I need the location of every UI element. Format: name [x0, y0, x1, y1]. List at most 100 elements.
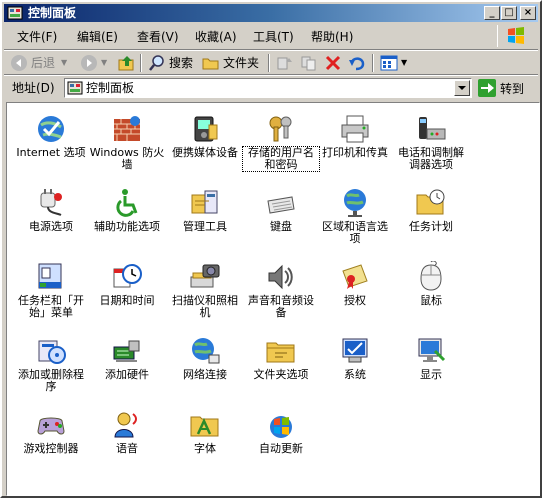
windows-logo-icon [497, 25, 534, 47]
toolbar-divider [140, 54, 142, 72]
menu-tools[interactable]: 工具(T) [248, 29, 299, 45]
item-label: 语音 [116, 442, 138, 455]
search-label: 搜索 [169, 56, 194, 70]
control-panel-item[interactable]: Internet 选项 [13, 113, 89, 159]
menu-view[interactable]: 查看(V) [132, 29, 184, 45]
scanner-camera-icon [189, 261, 221, 293]
back-button[interactable]: 后退 ▼ [10, 53, 67, 73]
control-panel-item[interactable]: 添加硬件 [89, 335, 165, 381]
items-view: Internet 选项 Windows 防火墙 便携媒体设备 存储的用户名和密码 打印机… [6, 102, 540, 496]
fonts-folder-icon [189, 409, 221, 441]
views-dropdown-icon[interactable]: ▼ [401, 53, 407, 73]
control-panel-item[interactable]: 显示 [393, 335, 469, 381]
delete-button[interactable] [324, 53, 345, 73]
control-panel-item[interactable]: 声音和音频设备 [243, 261, 319, 319]
control-panel-item[interactable]: 添加或删除程序 [13, 335, 89, 393]
search-button[interactable]: 搜索 [148, 53, 193, 73]
control-panel-item[interactable]: 语音 [89, 409, 165, 455]
windows-update-icon [265, 409, 297, 441]
maximize-button[interactable]: □ [501, 6, 517, 20]
control-panel-item[interactable]: 存储的用户名和密码 [242, 113, 320, 172]
keyboard-icon [265, 187, 297, 219]
add-remove-programs-icon [35, 335, 67, 367]
menu-favorites[interactable]: 收藏(A) [190, 29, 242, 45]
close-button[interactable]: × [520, 6, 536, 20]
toolbar: 后退 ▼ ▼ 搜索 文件夹 ▼ [4, 51, 538, 75]
item-label: Internet 选项 [16, 146, 86, 159]
folders-label: 文件夹 [223, 56, 260, 70]
item-label: 字体 [194, 442, 216, 455]
control-panel-item[interactable]: 便携媒体设备 [167, 113, 243, 159]
go-button[interactable]: 转到 [478, 78, 524, 98]
control-panel-item[interactable]: Windows 防火墙 [89, 113, 165, 171]
forward-dropdown-icon[interactable]: ▼ [101, 53, 107, 73]
go-label: 转到 [500, 81, 525, 96]
address-dropdown-button[interactable] [454, 80, 470, 96]
control-panel-item[interactable]: 键盘 [243, 187, 319, 233]
undo-button[interactable] [348, 53, 369, 73]
folder-up-icon [118, 56, 134, 71]
menu-edit[interactable]: 编辑(E) [72, 29, 123, 45]
control-panel-item[interactable]: 打印机和传真 [317, 113, 393, 159]
control-panel-item[interactable]: 日期和时间 [89, 261, 165, 307]
control-panel-item[interactable]: 字体 [167, 409, 243, 455]
control-panel-item[interactable]: 区域和语言选项 [317, 187, 393, 245]
minimize-button[interactable]: _ [484, 6, 500, 20]
globe-icon [339, 187, 371, 219]
control-panel-window: 控制面板 _ □ × 文件(F) 编辑(E) 查看(V) 收藏(A) 工具(T)… [0, 0, 542, 498]
control-panel-item[interactable]: 任务计划 [393, 187, 469, 233]
add-hardware-icon [111, 335, 143, 367]
control-panel-item[interactable]: 文件夹选项 [243, 335, 319, 381]
item-label: 鼠标 [420, 294, 442, 307]
up-button[interactable] [118, 53, 139, 73]
item-label: 管理工具 [183, 220, 227, 233]
move-to-icon [277, 57, 292, 70]
control-panel-item[interactable]: 鼠标 [393, 260, 469, 307]
views-button[interactable]: ▼ [380, 53, 407, 73]
copy-to-icon [301, 56, 316, 71]
task-folder-icon [415, 187, 447, 219]
control-panel-item[interactable]: 授权 [317, 261, 393, 307]
system-icon [339, 335, 371, 367]
forward-arrow-icon [81, 55, 97, 71]
item-label: 区域和语言选项 [322, 220, 388, 245]
control-panel-item[interactable]: 电源选项 [13, 187, 89, 233]
network-icon [189, 335, 221, 367]
folders-button[interactable]: 文件夹 [202, 53, 259, 73]
item-label: Windows 防火墙 [89, 146, 165, 171]
menu-file[interactable]: 文件(F) [12, 29, 62, 45]
printer-icon [339, 113, 371, 145]
control-panel-item[interactable]: 网络连接 [167, 335, 243, 381]
menu-bar: 文件(F) 编辑(E) 查看(V) 收藏(A) 工具(T) 帮助(H) [4, 25, 538, 48]
address-label: 地址(D) [12, 81, 55, 95]
move-to-button[interactable] [276, 53, 297, 73]
menu-help[interactable]: 帮助(H) [306, 29, 358, 45]
item-label: 便携媒体设备 [172, 146, 238, 159]
back-label: 后退 [31, 56, 56, 70]
back-dropdown-icon[interactable]: ▼ [61, 53, 67, 73]
control-panel-item[interactable]: 辅助功能选项 [89, 187, 165, 233]
forward-button[interactable]: ▼ [80, 53, 107, 73]
globe-check-icon [35, 113, 67, 145]
item-label: 系统 [344, 368, 366, 381]
window-title: 控制面板 [28, 6, 77, 20]
item-label: 添加硬件 [105, 368, 149, 381]
chevron-down-icon [458, 86, 466, 90]
item-label: 电话和调制解调器选项 [398, 146, 464, 171]
title-bar[interactable]: 控制面板 _ □ × [4, 4, 538, 22]
copy-to-button[interactable] [300, 53, 321, 73]
control-panel-item[interactable]: 自动更新 [243, 409, 319, 455]
item-label: 网络连接 [183, 368, 227, 381]
item-label: 键盘 [270, 220, 292, 233]
control-panel-item[interactable]: 任务栏和「开始」菜单 [13, 261, 89, 319]
item-label: 授权 [344, 294, 366, 307]
address-input[interactable]: 控制面板 [64, 78, 472, 98]
control-panel-item[interactable]: 电话和调制解调器选项 [393, 113, 469, 171]
control-panel-item[interactable]: 管理工具 [167, 187, 243, 233]
search-icon [149, 55, 164, 71]
item-label: 打印机和传真 [322, 146, 388, 159]
control-panel-item[interactable]: 游戏控制器 [13, 409, 89, 455]
control-panel-item[interactable]: 系统 [317, 335, 393, 381]
control-panel-item[interactable]: 扫描仪和照相机 [167, 261, 243, 319]
media-device-icon [189, 113, 221, 145]
